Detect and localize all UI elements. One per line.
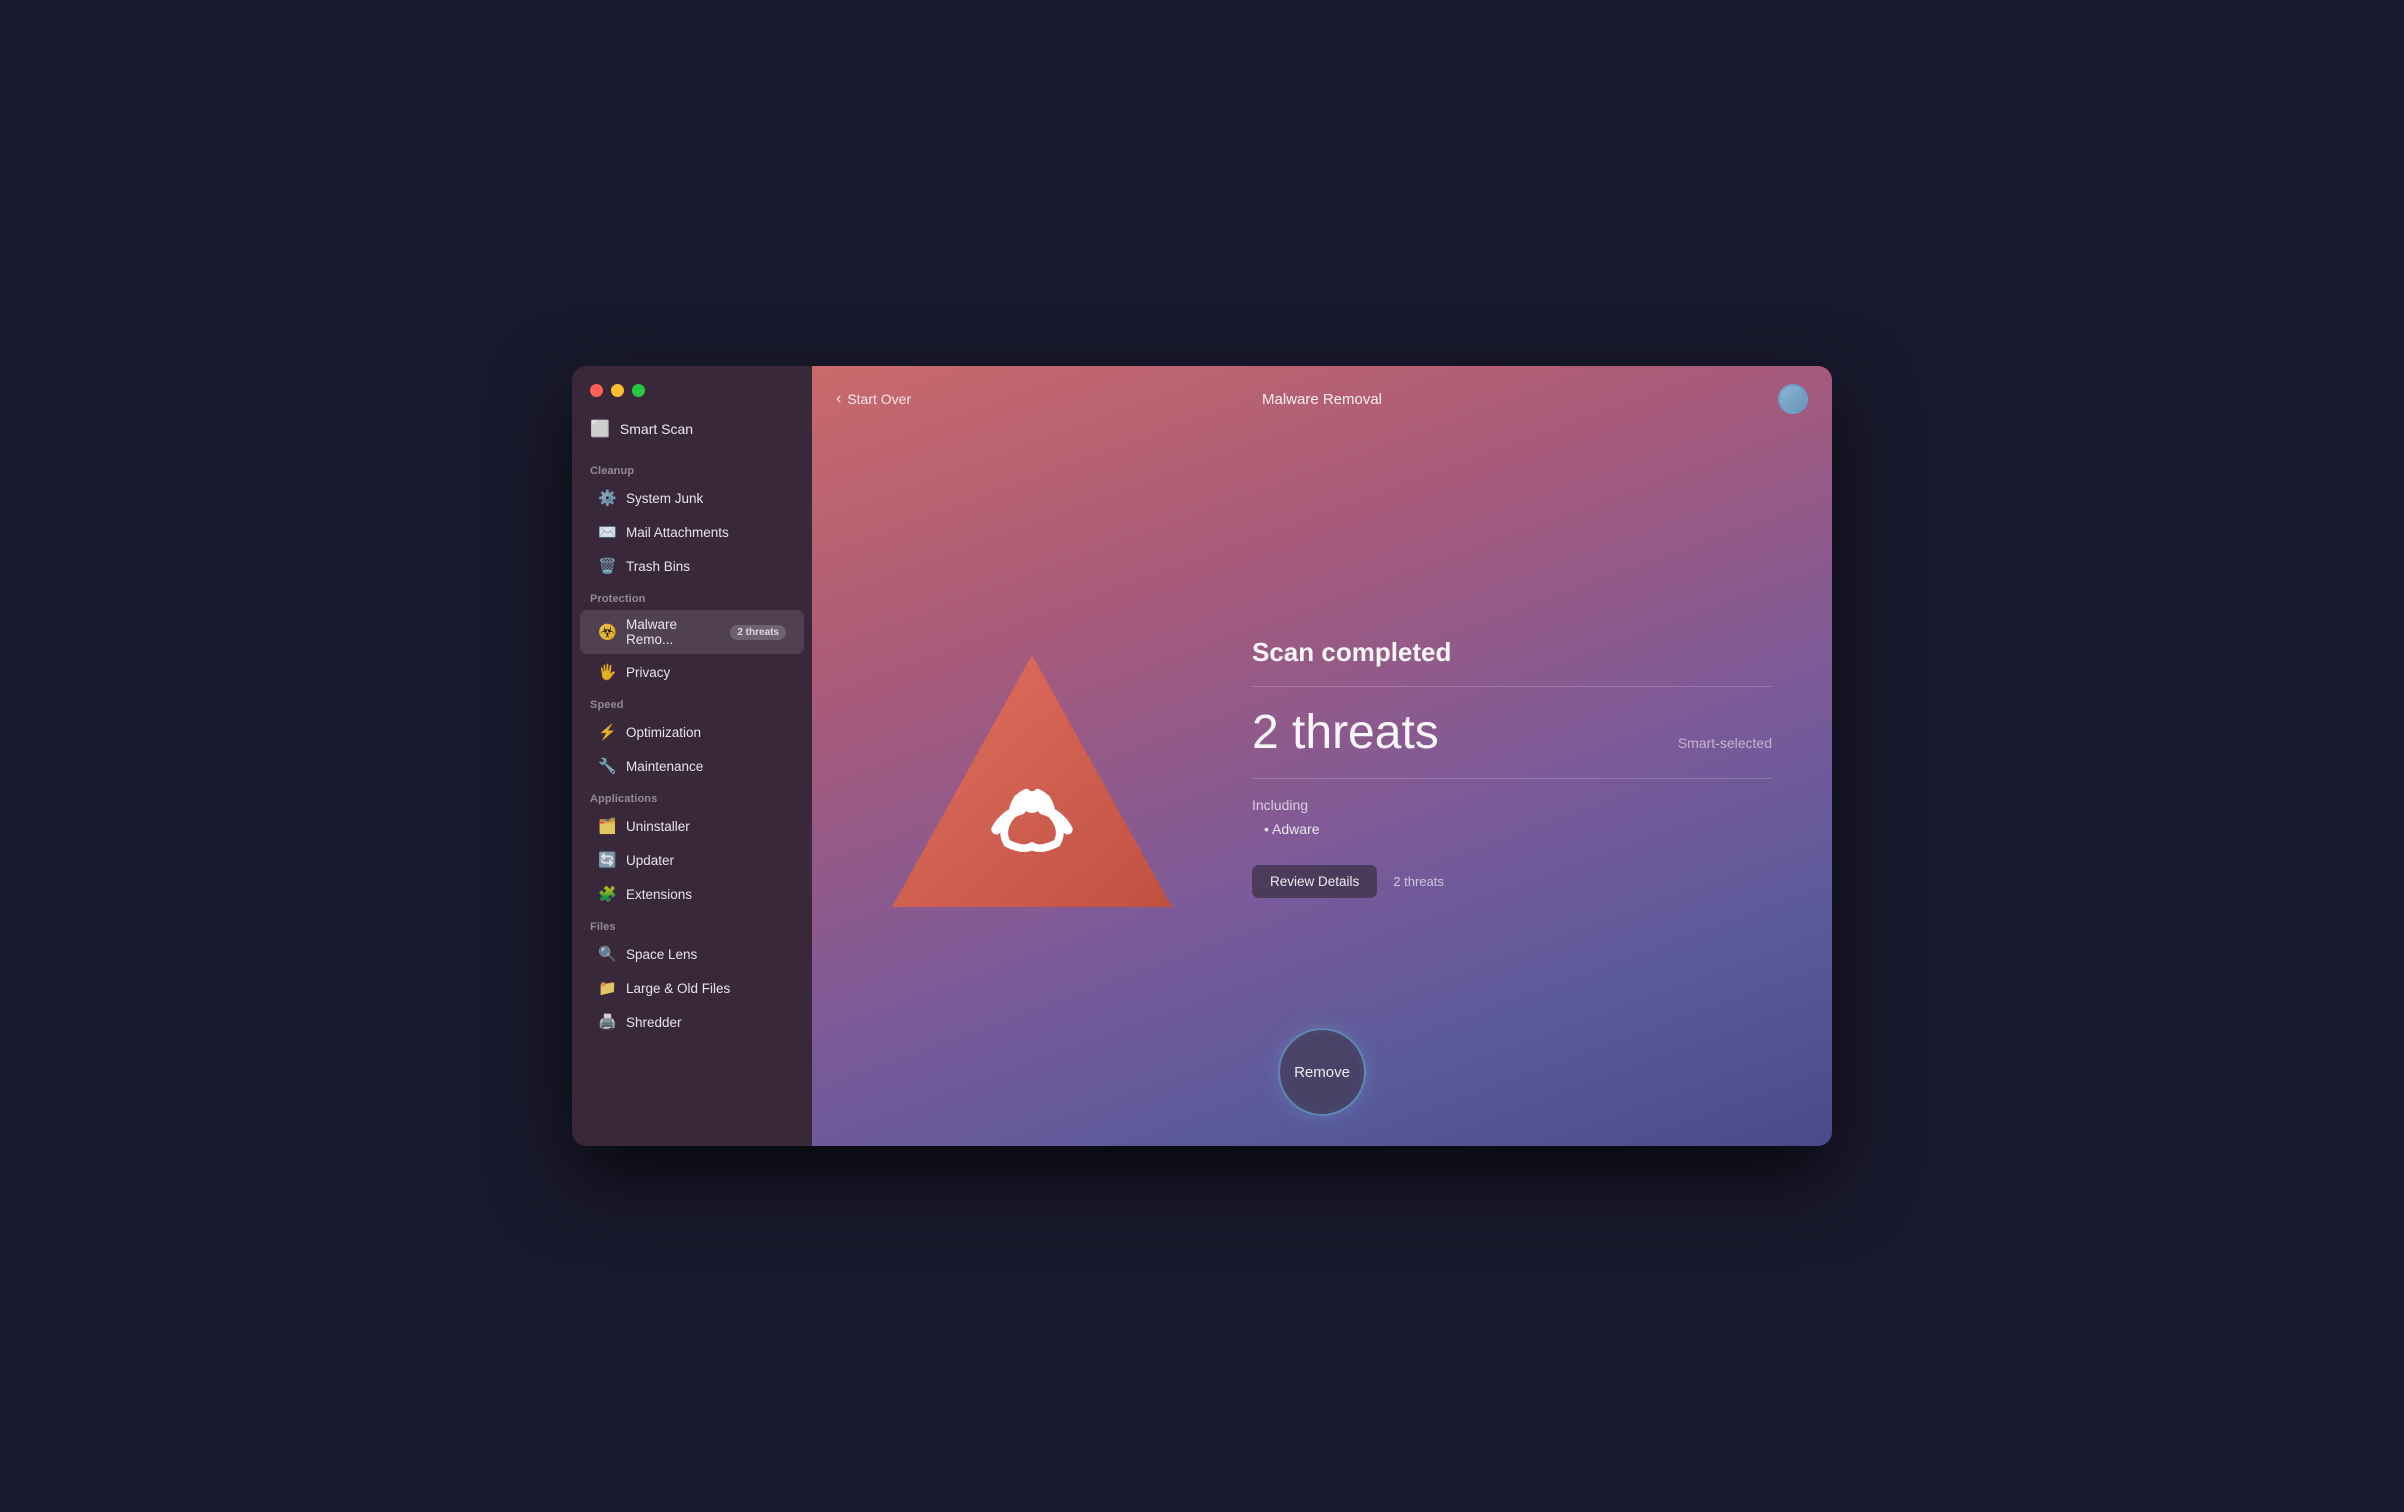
- shredder-icon: 🖨️: [598, 1013, 616, 1031]
- malware-removal-label: Malware Remo...: [626, 617, 720, 647]
- sidebar-item-mail-attachments[interactable]: ✉️ Mail Attachments: [580, 516, 804, 548]
- sidebar-item-optimization[interactable]: ⚡ Optimization: [580, 716, 804, 748]
- sidebar: ⬜ Smart Scan Cleanup ⚙️ System Junk ✉️ M…: [572, 366, 812, 1146]
- mail-attachments-label: Mail Attachments: [626, 525, 786, 540]
- mail-icon: ✉️: [598, 523, 616, 541]
- sidebar-item-updater[interactable]: 🔄 Updater: [580, 844, 804, 876]
- app-window: ⬜ Smart Scan Cleanup ⚙️ System Junk ✉️ M…: [572, 366, 1832, 1146]
- uninstaller-label: Uninstaller: [626, 819, 786, 834]
- threats-count: 2 threats: [1252, 705, 1439, 760]
- sidebar-item-privacy[interactable]: 🖐️ Privacy: [580, 656, 804, 688]
- system-junk-icon: ⚙️: [598, 489, 616, 507]
- maximize-button[interactable]: [632, 384, 645, 397]
- optimization-label: Optimization: [626, 725, 786, 740]
- shredder-label: Shredder: [626, 1015, 786, 1030]
- biohazard-icon: [882, 637, 1182, 937]
- extensions-label: Extensions: [626, 887, 786, 902]
- remove-button[interactable]: Remove: [1278, 1028, 1366, 1116]
- privacy-icon: 🖐️: [598, 663, 616, 681]
- sidebar-item-space-lens[interactable]: 🔍 Space Lens: [580, 938, 804, 970]
- sidebar-item-shredder[interactable]: 🖨️ Shredder: [580, 1006, 804, 1038]
- section-label-files: Files: [572, 911, 812, 937]
- smart-scan-label: Smart Scan: [620, 421, 693, 437]
- sidebar-item-extensions[interactable]: 🧩 Extensions: [580, 878, 804, 910]
- uninstaller-icon: 🗂️: [598, 817, 616, 835]
- malware-icon: ☣️: [598, 623, 616, 641]
- main-content: ‹ Start Over Malware Removal: [812, 366, 1832, 1146]
- including-label: Including: [1252, 797, 1772, 813]
- extensions-icon: 🧩: [598, 885, 616, 903]
- trash-icon: 🗑️: [598, 557, 616, 575]
- avatar[interactable]: [1778, 384, 1808, 414]
- start-over-button[interactable]: ‹ Start Over: [836, 390, 911, 408]
- system-junk-label: System Junk: [626, 491, 786, 506]
- section-label-applications: Applications: [572, 783, 812, 809]
- remove-btn-container: Remove: [1278, 1028, 1366, 1116]
- minimize-button[interactable]: [611, 384, 624, 397]
- section-label-speed: Speed: [572, 689, 812, 715]
- space-lens-label: Space Lens: [626, 947, 786, 962]
- smart-scan-icon: ⬜: [590, 419, 610, 439]
- sidebar-item-malware-removal[interactable]: ☣️ Malware Remo... 2 threats: [580, 610, 804, 654]
- sidebar-item-trash-bins[interactable]: 🗑️ Trash Bins: [580, 550, 804, 582]
- sidebar-item-uninstaller[interactable]: 🗂️ Uninstaller: [580, 810, 804, 842]
- sidebar-item-smart-scan[interactable]: ⬜ Smart Scan: [572, 411, 812, 455]
- back-arrow-icon: ‹: [836, 390, 841, 408]
- review-row: Review Details 2 threats: [1252, 865, 1772, 898]
- start-over-label: Start Over: [847, 391, 911, 407]
- large-old-files-label: Large & Old Files: [626, 981, 786, 996]
- large-files-icon: 📁: [598, 979, 616, 997]
- updater-label: Updater: [626, 853, 786, 868]
- biohazard-container: [872, 617, 1192, 957]
- divider-2: [1252, 778, 1772, 779]
- scan-completed-title: Scan completed: [1252, 637, 1772, 668]
- maintenance-icon: 🔧: [598, 757, 616, 775]
- divider-1: [1252, 686, 1772, 687]
- review-threats-count: 2 threats: [1393, 874, 1444, 889]
- updater-icon: 🔄: [598, 851, 616, 869]
- maintenance-label: Maintenance: [626, 759, 786, 774]
- close-button[interactable]: [590, 384, 603, 397]
- results-panel: Scan completed 2 threats Smart-selected …: [1252, 637, 1772, 938]
- section-label-protection: Protection: [572, 583, 812, 609]
- main-header: ‹ Start Over Malware Removal: [812, 366, 1832, 428]
- malware-badge: 2 threats: [730, 625, 786, 640]
- window-title: Malware Removal: [1262, 391, 1382, 408]
- smart-selected-label: Smart-selected: [1678, 735, 1772, 751]
- space-lens-icon: 🔍: [598, 945, 616, 963]
- review-details-button[interactable]: Review Details: [1252, 865, 1377, 898]
- sidebar-item-large-old-files[interactable]: 📁 Large & Old Files: [580, 972, 804, 1004]
- traffic-lights: [572, 366, 812, 411]
- optimization-icon: ⚡: [598, 723, 616, 741]
- threat-item-adware: Adware: [1264, 821, 1772, 837]
- section-label-cleanup: Cleanup: [572, 455, 812, 481]
- privacy-label: Privacy: [626, 665, 786, 680]
- sidebar-item-maintenance[interactable]: 🔧 Maintenance: [580, 750, 804, 782]
- trash-bins-label: Trash Bins: [626, 559, 786, 574]
- sidebar-item-system-junk[interactable]: ⚙️ System Junk: [580, 482, 804, 514]
- threats-row: 2 threats Smart-selected: [1252, 705, 1772, 760]
